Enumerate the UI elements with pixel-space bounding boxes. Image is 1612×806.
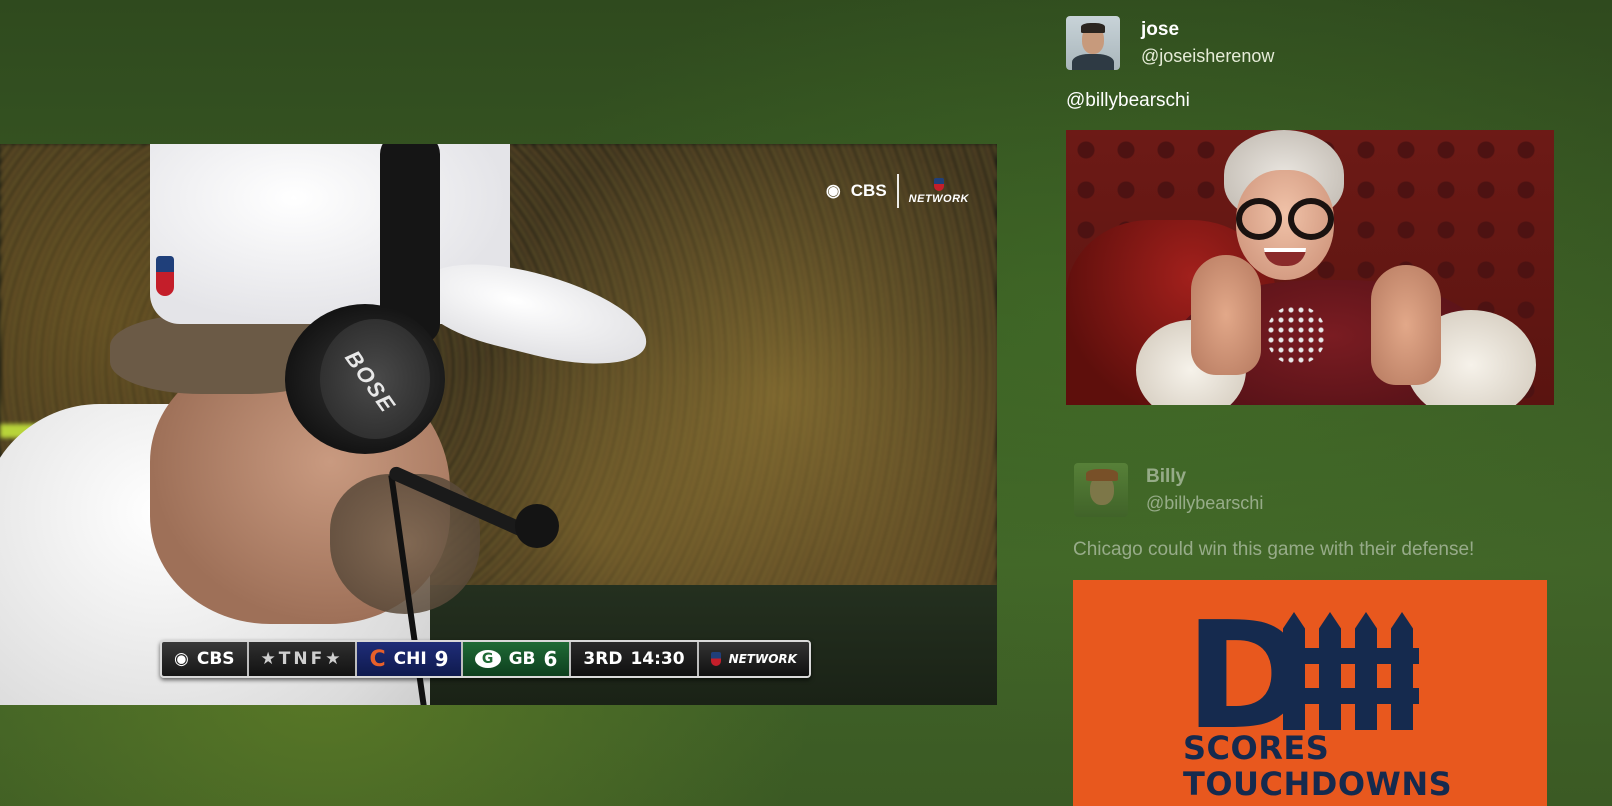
scorebug-nfl-network: NETWORK [698, 642, 809, 676]
cbs-eye-icon: ◉ [174, 649, 189, 669]
thumbs-up-left [1191, 255, 1261, 375]
home-team-abbr: GB [508, 649, 536, 669]
away-team-abbr: CHI [393, 649, 427, 669]
necklace [1266, 305, 1326, 365]
card-text-line2: TOUCHDOWNS [1183, 765, 1453, 803]
clock-label: 14:30 [630, 649, 685, 669]
scorebug-broadcaster: ◉ CBS [162, 642, 249, 676]
fence-post [1319, 612, 1341, 730]
fence-rail [1277, 648, 1419, 664]
broadcast-logo: ◉ CBS NETWORK [826, 174, 969, 208]
nfl-network-text: NETWORK [908, 192, 969, 205]
glasses-right [1288, 198, 1334, 240]
post-author-handle[interactable]: @joseisherenow [1141, 46, 1274, 67]
post-author-name[interactable]: Billy [1146, 466, 1186, 488]
home-score: 6 [543, 647, 558, 671]
nfl-network-logo: NETWORK [908, 177, 969, 205]
avatar[interactable] [1066, 16, 1120, 70]
fence-rail [1277, 688, 1419, 704]
quarter-label: 3RD [583, 649, 623, 669]
fence-post [1391, 612, 1413, 730]
logo-divider [896, 174, 899, 208]
bears-logo-icon: C [369, 646, 386, 672]
scorebug-game-clock: 3RD 14:30 [571, 642, 699, 676]
post-text: Chicago could win this game with their d… [1073, 539, 1475, 560]
nfl-shield-icon [933, 177, 944, 191]
scorebug-home-team: G GB 6 [462, 642, 572, 676]
card-text-line1: SCORES [1183, 729, 1330, 767]
glasses-left [1236, 198, 1282, 240]
avatar[interactable] [1074, 463, 1128, 517]
scorebug-program-label: ★TNF★ [260, 649, 344, 669]
scorebug: ◉ CBS ★TNF★ C CHI 9 G GB 6 3RD 14:30 NET… [160, 640, 811, 678]
post-author-handle[interactable]: @billybearschi [1146, 493, 1263, 514]
fence-post [1355, 612, 1377, 730]
nfl-shield-icon [156, 256, 174, 296]
post-media-image[interactable] [1066, 130, 1554, 405]
fence-post [1283, 612, 1305, 730]
fence-icon [1277, 612, 1419, 730]
packers-logo-icon: G [474, 650, 501, 668]
scorebug-away-team: C CHI 9 [357, 642, 463, 676]
away-score: 9 [434, 647, 449, 671]
video-player[interactable]: BOSE ◉ CBS NETWORK ◉ CBS ★TNF★ C CHI 9 G… [0, 144, 997, 705]
cbs-logo-text: CBS [850, 181, 887, 200]
scorebug-broadcaster-label: CBS [196, 649, 235, 669]
nfl-network-label: NETWORK [728, 652, 797, 666]
post-media-image[interactable]: D SCORES TOUCHDOWNS [1073, 580, 1547, 806]
scorebug-program: ★TNF★ [248, 642, 358, 676]
avatar-body [1072, 54, 1114, 70]
post-author-name[interactable]: jose [1141, 19, 1179, 41]
nfl-shield-icon [710, 652, 721, 666]
headset-mic [515, 504, 559, 548]
thumbs-up-right [1371, 265, 1441, 385]
cbs-eye-icon: ◉ [825, 181, 841, 200]
post-text: @billybearschi [1066, 90, 1190, 111]
avatar-hair [1081, 23, 1105, 33]
avatar-cap [1086, 469, 1118, 481]
